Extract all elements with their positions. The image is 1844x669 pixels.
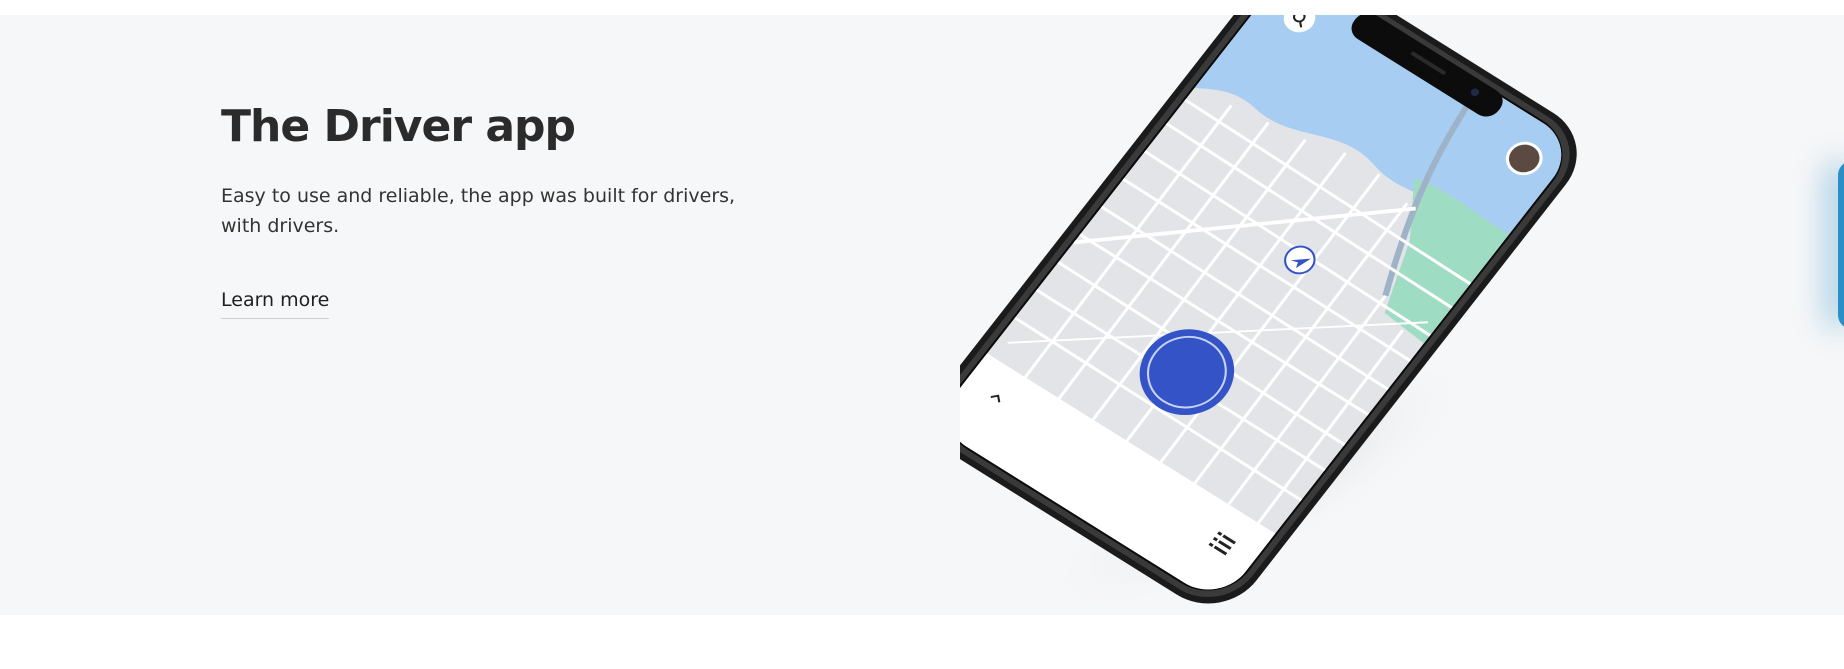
learn-more-link[interactable]: Learn more — [221, 285, 330, 319]
phone-illustration — [960, 15, 1579, 614]
side-help-widget[interactable] — [1838, 161, 1844, 329]
driver-app-section: The Driver app Easy to use and reliable,… — [0, 15, 1844, 615]
section-description: Easy to use and reliable, the app was bu… — [221, 185, 736, 237]
section-title: The Driver app — [221, 101, 576, 152]
